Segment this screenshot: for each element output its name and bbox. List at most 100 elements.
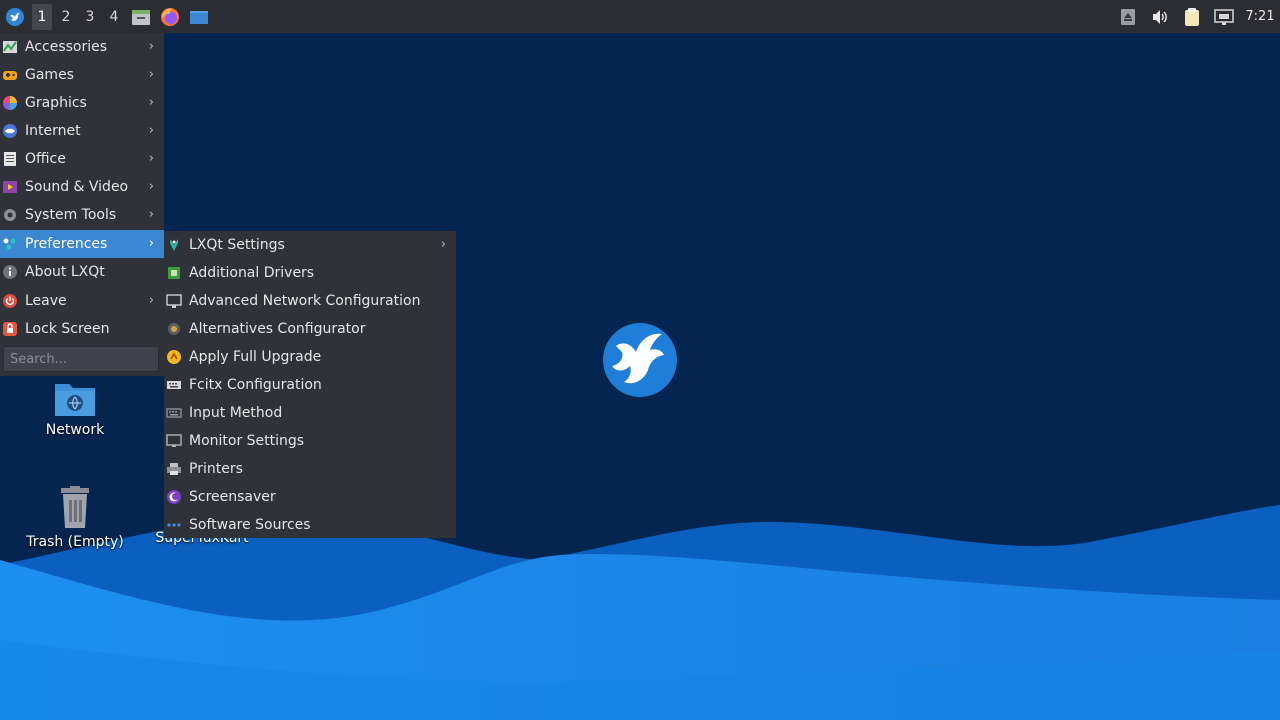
network-folder-icon <box>55 384 95 416</box>
menu-item-internet[interactable]: Internet › <box>0 117 164 145</box>
screensaver-icon <box>166 489 182 505</box>
submenu-item-additional-drivers[interactable]: Additional Drivers <box>164 259 456 287</box>
clipboard-icon <box>1185 7 1199 26</box>
desktop-icon-network[interactable]: Network <box>15 378 135 438</box>
submenu-item-input-method[interactable]: Input Method <box>164 399 456 427</box>
menu-item-label: About LXQt <box>25 264 105 280</box>
system-tools-icon <box>2 207 18 223</box>
submenu-arrow-icon: › <box>148 151 154 166</box>
office-icon <box>2 151 18 167</box>
accessories-icon <box>2 39 18 55</box>
submenu-item-lxqt-settings[interactable]: LXQt Settings › <box>164 231 456 259</box>
submenu-item-label: Monitor Settings <box>189 433 305 449</box>
lock-icon <box>2 321 18 337</box>
preferences-icon <box>2 236 18 252</box>
about-icon <box>2 264 18 280</box>
menu-item-system-tools[interactable]: System Tools › <box>0 201 164 229</box>
drivers-icon <box>166 265 182 281</box>
main-menu-button[interactable] <box>0 0 30 33</box>
system-tray: 7:21 <box>1112 0 1280 33</box>
submenu-item-apply-full-upgrade[interactable]: Apply Full Upgrade <box>164 343 456 371</box>
submenu-item-software-sources[interactable]: Software Sources <box>164 511 456 539</box>
submenu-arrow-icon: › <box>148 39 154 54</box>
leave-icon <box>2 293 18 309</box>
submenu-item-label: Advanced Network Configuration <box>189 293 421 309</box>
firefox-launcher[interactable] <box>155 0 184 33</box>
submenu-arrow-icon: › <box>148 95 154 110</box>
volume-icon <box>1153 9 1167 24</box>
menu-item-label: Leave <box>25 293 67 309</box>
alternatives-icon <box>166 321 182 337</box>
network-wired-icon <box>1214 8 1234 25</box>
volume-tray-item[interactable] <box>1144 0 1176 33</box>
menu-item-label: Games <box>25 67 74 83</box>
upgrade-icon <box>166 349 182 365</box>
menu-item-lock-screen[interactable]: Lock Screen <box>0 315 164 343</box>
submenu-item-label: Screensaver <box>189 489 276 505</box>
desktop-icon-label: Trash (Empty) <box>26 534 124 550</box>
menu-item-leave[interactable]: Leave › <box>0 287 164 315</box>
submenu-arrow-icon: › <box>148 236 154 251</box>
eject-tray-item[interactable] <box>1112 0 1144 33</box>
submenu-item-label: LXQt Settings <box>189 237 285 253</box>
lxqt-settings-icon <box>166 237 182 253</box>
menu-item-preferences[interactable]: Preferences › <box>0 230 164 258</box>
submenu-item-screensaver[interactable]: Screensaver <box>164 483 456 511</box>
menu-item-graphics[interactable]: Graphics › <box>0 89 164 117</box>
desktop-icon-label: Network <box>45 422 105 438</box>
printer-icon <box>166 461 182 477</box>
firefox-icon <box>160 7 179 26</box>
menu-item-office[interactable]: Office › <box>0 145 164 173</box>
submenu-item-label: Fcitx Configuration <box>189 377 322 393</box>
submenu-arrow-icon: › <box>148 67 154 82</box>
menu-search-input[interactable] <box>3 346 159 372</box>
desktop-switch-1[interactable]: 1 <box>32 3 52 30</box>
desktop-switch-2[interactable]: 2 <box>54 0 78 33</box>
show-desktop-button[interactable] <box>126 0 155 33</box>
network-tray-item[interactable] <box>1208 0 1240 33</box>
desktop-switch-3[interactable]: 3 <box>78 0 102 33</box>
file-manager-icon <box>131 9 150 25</box>
submenu-arrow-icon: › <box>148 207 154 222</box>
menu-item-label: Office <box>25 151 66 167</box>
submenu-item-label: Input Method <box>189 405 283 421</box>
menu-item-label: System Tools <box>25 207 117 223</box>
trash-icon <box>61 486 89 528</box>
menu-item-sound-video[interactable]: Sound & Video › <box>0 173 164 201</box>
menu-item-label: Accessories <box>25 39 108 55</box>
submenu-item-fcitx-configuration[interactable]: Fcitx Configuration <box>164 371 456 399</box>
submenu-item-label: Alternatives Configurator <box>189 321 366 337</box>
desktop-switch-4[interactable]: 4 <box>102 0 126 33</box>
menu-item-accessories[interactable]: Accessories › <box>0 33 164 61</box>
keyboard-icon <box>166 377 182 393</box>
menu-item-games[interactable]: Games › <box>0 61 164 89</box>
sound-video-icon <box>2 179 18 195</box>
menu-item-label: Graphics <box>25 95 87 111</box>
desktop-icon-trash[interactable]: Trash (Empty) <box>15 486 135 550</box>
submenu-item-advanced-network-configuration[interactable]: Advanced Network Configuration <box>164 287 456 315</box>
window-button[interactable] <box>184 0 213 33</box>
submenu-item-monitor-settings[interactable]: Monitor Settings <box>164 427 456 455</box>
main-menu: Accessories › Games › Graphics › Interne… <box>0 33 164 376</box>
window-icon <box>189 10 208 24</box>
submenu-item-label: Printers <box>189 461 243 477</box>
submenu-arrow-icon: › <box>440 237 446 252</box>
taskbar-panel: 1 2 3 4 7:21 <box>0 0 1280 33</box>
clipboard-tray-item[interactable] <box>1176 0 1208 33</box>
submenu-arrow-icon: › <box>148 293 154 308</box>
internet-icon <box>2 123 18 139</box>
submenu-item-printers[interactable]: Printers <box>164 455 456 483</box>
submenu-item-alternatives-configurator[interactable]: Alternatives Configurator <box>164 315 456 343</box>
software-sources-icon <box>166 517 182 533</box>
games-icon <box>2 67 18 83</box>
menu-item-label: Lock Screen <box>25 321 110 337</box>
lubuntu-logo <box>603 323 677 397</box>
menu-item-label: Internet <box>25 123 81 139</box>
submenu-arrow-icon: › <box>148 123 154 138</box>
preferences-submenu: LXQt Settings › Additional Drivers Advan… <box>164 231 456 538</box>
submenu-item-label: Apply Full Upgrade <box>189 349 322 365</box>
network-config-icon <box>166 293 182 309</box>
keyboard-icon <box>166 405 182 421</box>
clock[interactable]: 7:21 <box>1240 9 1280 24</box>
menu-item-about-lxqt[interactable]: About LXQt <box>0 258 164 286</box>
